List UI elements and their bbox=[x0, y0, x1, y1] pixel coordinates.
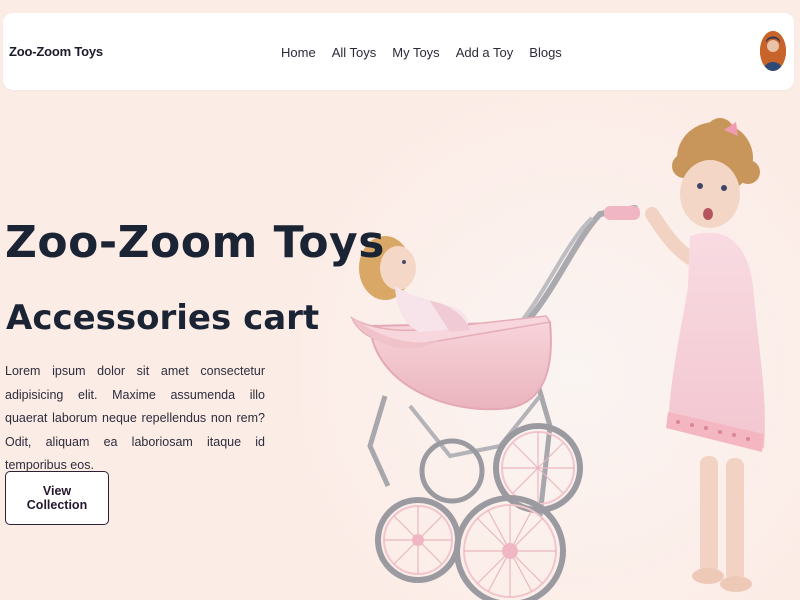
page: Zoo-Zoom Toys Home All Toys My Toys Add … bbox=[0, 0, 800, 600]
hero-illustration bbox=[300, 96, 800, 600]
nav-link-home[interactable]: Home bbox=[273, 43, 324, 62]
nav-link-blogs[interactable]: Blogs bbox=[521, 43, 570, 62]
hero-subtitle: Accessories cart bbox=[6, 298, 320, 338]
navbar: Zoo-Zoom Toys Home All Toys My Toys Add … bbox=[3, 13, 794, 90]
hero-description: Lorem ipsum dolor sit amet consectetur a… bbox=[5, 364, 265, 472]
brand-logo-text[interactable]: Zoo-Zoom Toys bbox=[9, 44, 103, 59]
nav-links: Home All Toys My Toys Add a Toy Blogs bbox=[273, 43, 570, 62]
nav-link-add-a-toy[interactable]: Add a Toy bbox=[448, 43, 522, 62]
nav-link-my-toys[interactable]: My Toys bbox=[384, 43, 447, 62]
nav-link-all-toys[interactable]: All Toys bbox=[324, 43, 385, 62]
user-avatar[interactable] bbox=[760, 31, 786, 71]
hero-title: Zoo-Zoom Toys bbox=[5, 217, 385, 268]
view-collection-button[interactable]: View Collection bbox=[5, 471, 109, 525]
avatar-photo-icon bbox=[760, 31, 786, 71]
hero-image bbox=[300, 96, 800, 600]
